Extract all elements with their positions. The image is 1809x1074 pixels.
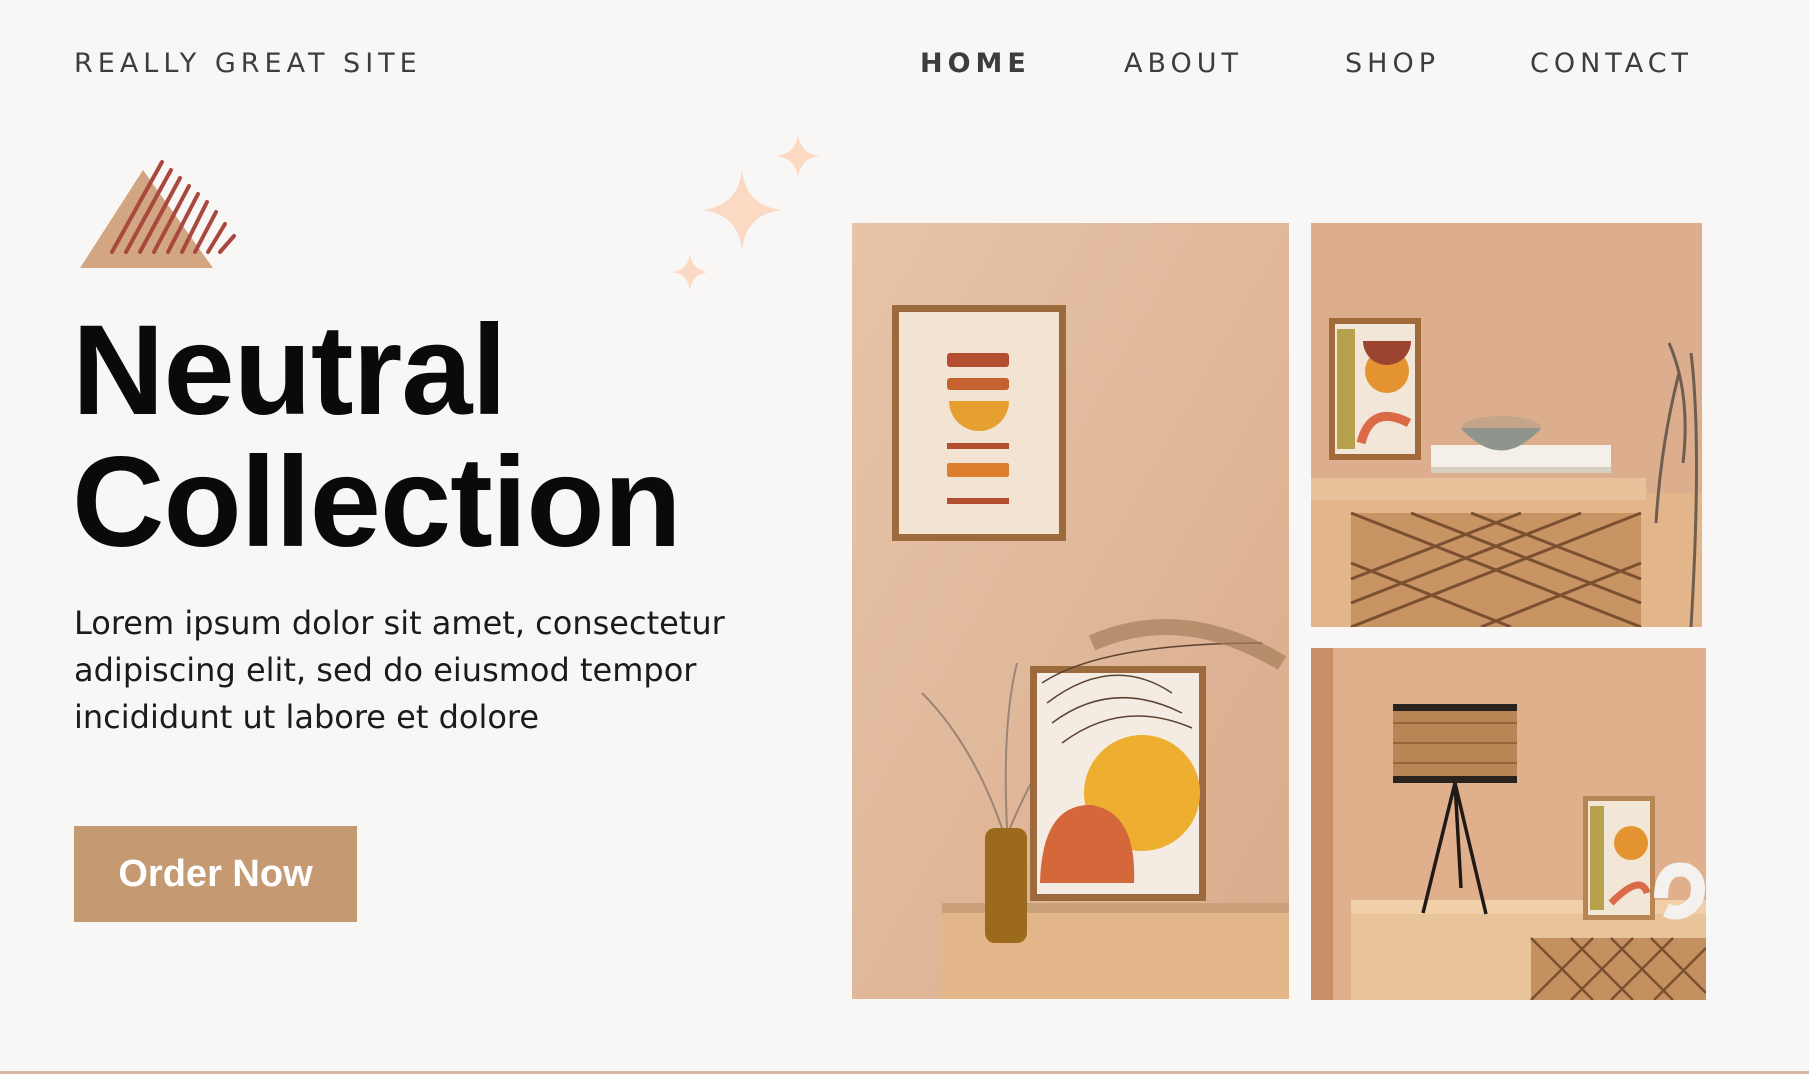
nav-shop[interactable]: SHOP <box>1345 48 1440 79</box>
site-name[interactable]: REALLY GREAT SITE <box>74 48 422 79</box>
nav-contact[interactable]: CONTACT <box>1530 48 1693 79</box>
headline-line-2: Collection <box>72 431 682 574</box>
triangle-logo-icon <box>78 158 243 274</box>
sparkle-icon <box>668 132 828 306</box>
headline-line-1: Neutral <box>72 299 507 442</box>
rattan-lamp-photo <box>1311 648 1706 1000</box>
abstract-art-frames-photo <box>852 223 1289 999</box>
order-now-button[interactable]: Order Now <box>74 826 357 922</box>
hero-headline: Neutral Collection <box>72 299 682 574</box>
hero-description: Lorem ipsum dolor sit amet, consectetur … <box>74 604 725 736</box>
nav-home[interactable]: HOME <box>920 48 1031 79</box>
shelf-bowl-photo <box>1311 223 1702 627</box>
nav-about[interactable]: ABOUT <box>1124 48 1243 79</box>
